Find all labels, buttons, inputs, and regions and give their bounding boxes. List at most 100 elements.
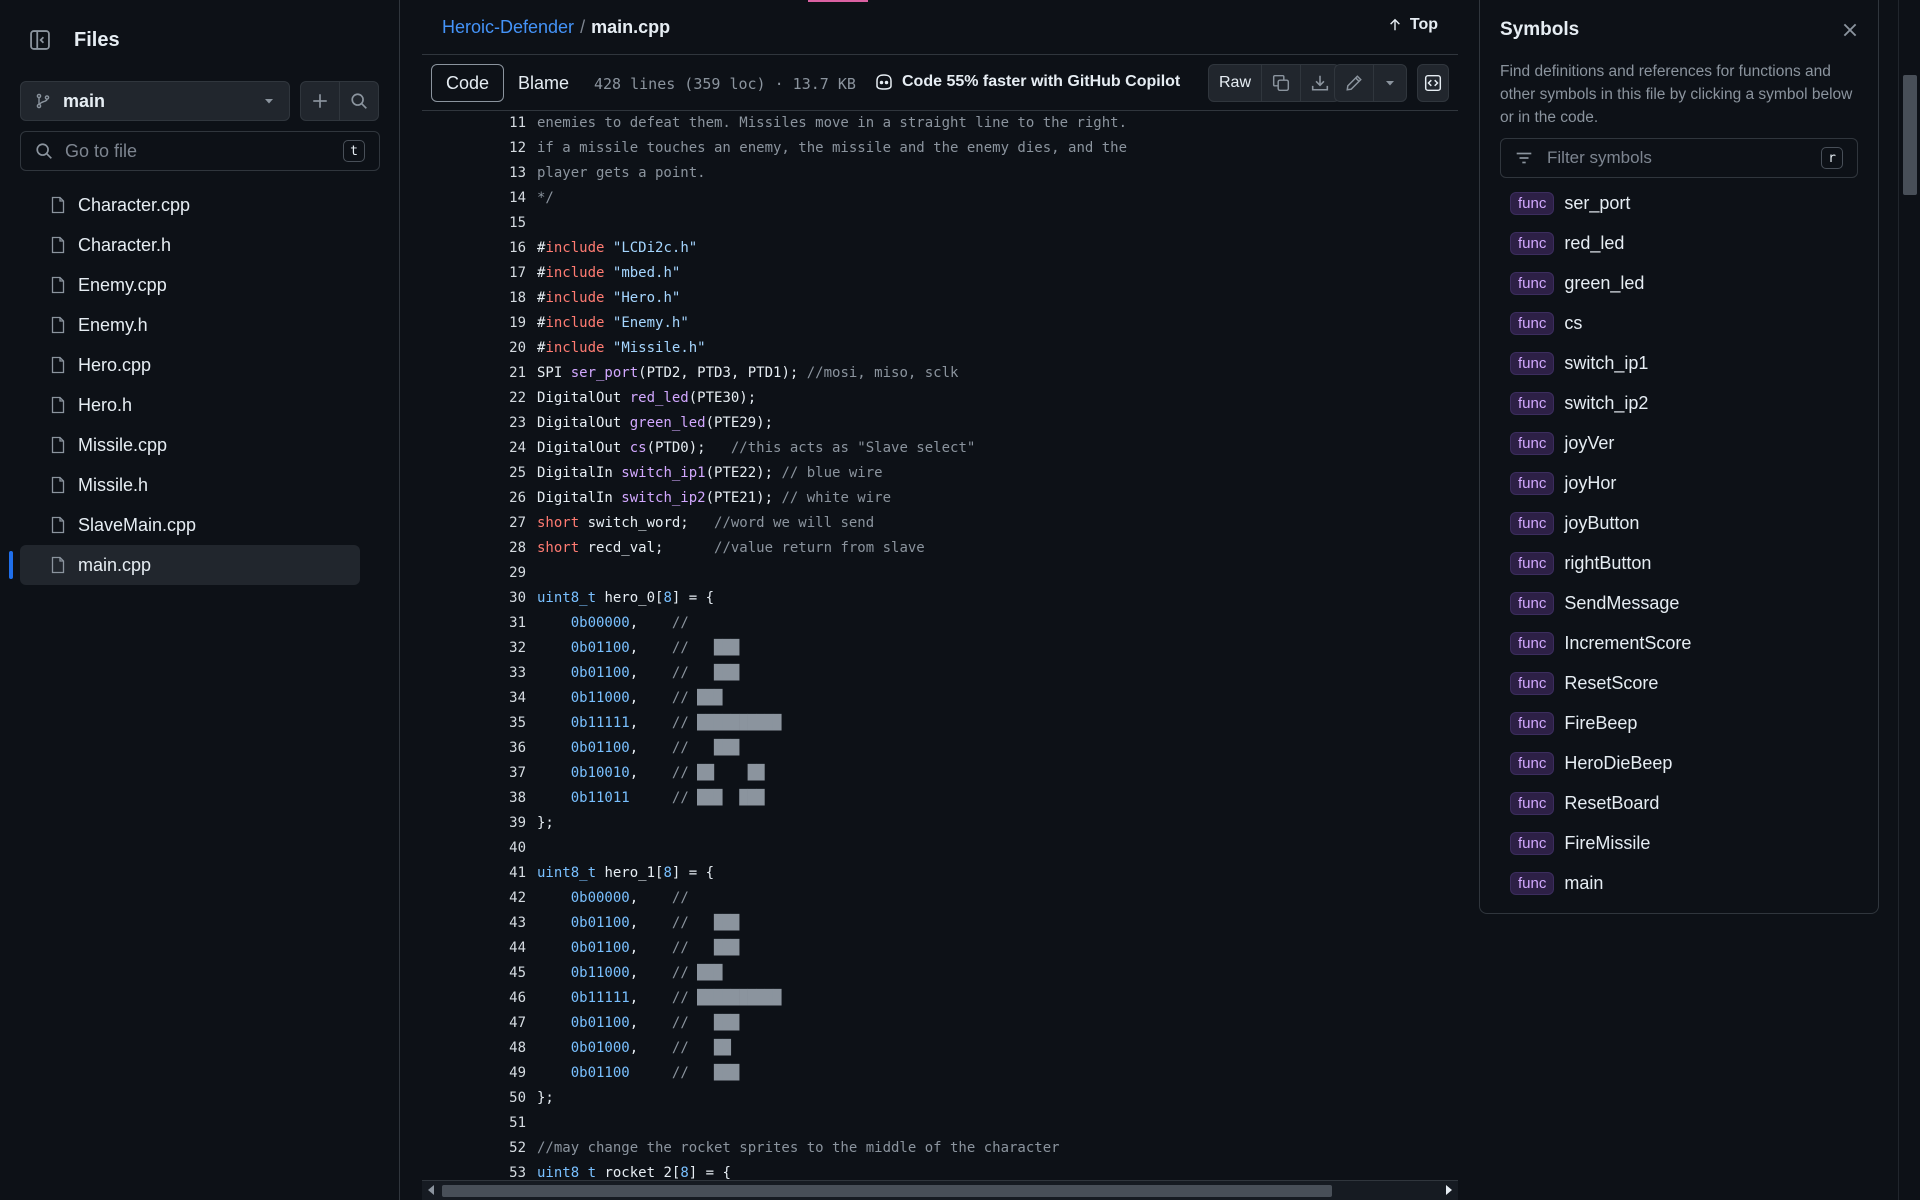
line-number[interactable]: 44 bbox=[422, 936, 526, 961]
line-number[interactable]: 12 bbox=[422, 136, 526, 161]
symbols-toggle-button[interactable] bbox=[1418, 65, 1448, 101]
line-number[interactable]: 45 bbox=[422, 961, 526, 986]
symbol-item[interactable]: func FireMissile bbox=[1510, 823, 1850, 863]
line-number[interactable]: 25 bbox=[422, 461, 526, 486]
raw-button[interactable]: Raw bbox=[1209, 65, 1263, 101]
code-listing[interactable]: 11 enemies to defeat them. Missiles move … bbox=[422, 111, 1458, 1180]
line-number[interactable]: 16 bbox=[422, 236, 526, 261]
symbol-item[interactable]: func switch_ip1 bbox=[1510, 343, 1850, 383]
line-number[interactable]: 28 bbox=[422, 536, 526, 561]
symbols-panel-toggle[interactable] bbox=[1417, 64, 1449, 102]
add-file-button[interactable] bbox=[300, 81, 340, 121]
file-tree-item[interactable]: SlaveMain.cpp bbox=[20, 505, 360, 545]
line-number[interactable]: 51 bbox=[422, 1111, 526, 1136]
line-number[interactable]: 29 bbox=[422, 561, 526, 586]
line-number[interactable]: 39 bbox=[422, 811, 526, 836]
scroll-top-button[interactable]: Top bbox=[1388, 16, 1438, 34]
collapse-sidebar-button[interactable] bbox=[20, 20, 60, 60]
line-number[interactable]: 37 bbox=[422, 761, 526, 786]
file-tree-item[interactable]: Character.h bbox=[20, 225, 360, 265]
line-number[interactable]: 38 bbox=[422, 786, 526, 811]
line-number[interactable]: 53 bbox=[422, 1161, 526, 1180]
line-number[interactable]: 24 bbox=[422, 436, 526, 461]
line-number[interactable]: 19 bbox=[422, 311, 526, 336]
symbol-name: joyHor bbox=[1564, 472, 1617, 493]
scroll-left-arrow[interactable] bbox=[428, 1185, 434, 1195]
copilot-promo-link[interactable]: Code 55% faster with GitHub Copilot bbox=[874, 73, 1180, 91]
breadcrumb-repo-link[interactable]: Heroic-Defender bbox=[442, 17, 574, 38]
page-scroll-thumb[interactable] bbox=[1903, 75, 1917, 195]
line-number[interactable]: 34 bbox=[422, 686, 526, 711]
file-tree-item[interactable]: main.cpp bbox=[9, 545, 360, 585]
line-number[interactable]: 15 bbox=[422, 211, 526, 236]
code-token: 0b01100 bbox=[570, 915, 630, 931]
line-number[interactable]: 43 bbox=[422, 911, 526, 936]
line-number[interactable]: 13 bbox=[422, 161, 526, 186]
search-code-button[interactable] bbox=[339, 81, 379, 121]
blame-tab[interactable]: Blame bbox=[504, 64, 583, 102]
line-number[interactable]: 49 bbox=[422, 1061, 526, 1086]
file-tree-item[interactable]: Hero.h bbox=[20, 385, 360, 425]
edit-options-button[interactable] bbox=[1374, 65, 1406, 101]
line-number[interactable]: 18 bbox=[422, 286, 526, 311]
symbol-item[interactable]: func switch_ip2 bbox=[1510, 383, 1850, 423]
symbol-item[interactable]: func joyHor bbox=[1510, 463, 1850, 503]
line-number[interactable]: 27 bbox=[422, 511, 526, 536]
go-to-file-input[interactable]: Go to file t bbox=[20, 131, 380, 171]
line-number[interactable]: 52 bbox=[422, 1136, 526, 1161]
symbol-item[interactable]: func FireBeep bbox=[1510, 703, 1850, 743]
line-number[interactable]: 14 bbox=[422, 186, 526, 211]
code-token: player gets a point. bbox=[537, 165, 706, 181]
code-tab[interactable]: Code bbox=[431, 64, 505, 102]
file-tree-item[interactable]: Missile.cpp bbox=[20, 425, 360, 465]
line-number[interactable]: 42 bbox=[422, 886, 526, 911]
line-number[interactable]: 22 bbox=[422, 386, 526, 411]
close-symbols-button[interactable] bbox=[1840, 20, 1860, 40]
symbol-item[interactable]: func cs bbox=[1510, 303, 1850, 343]
line-number[interactable]: 46 bbox=[422, 986, 526, 1011]
symbol-item[interactable]: func ResetScore bbox=[1510, 663, 1850, 703]
line-number[interactable]: 30 bbox=[422, 586, 526, 611]
line-number[interactable]: 48 bbox=[422, 1036, 526, 1061]
line-number[interactable]: 40 bbox=[422, 836, 526, 861]
line-number[interactable]: 31 bbox=[422, 611, 526, 636]
copy-raw-button[interactable] bbox=[1262, 65, 1302, 101]
symbol-item[interactable]: func ResetBoard bbox=[1510, 783, 1850, 823]
filter-symbols-input[interactable]: Filter symbols r bbox=[1500, 138, 1858, 178]
line-number[interactable]: 33 bbox=[422, 661, 526, 686]
line-number[interactable]: 35 bbox=[422, 711, 526, 736]
line-number[interactable]: 20 bbox=[422, 336, 526, 361]
file-tree-item[interactable]: Enemy.h bbox=[20, 305, 360, 345]
symbol-item[interactable]: func main bbox=[1510, 863, 1850, 903]
line-number[interactable]: 21 bbox=[422, 361, 526, 386]
file-tree-item[interactable]: Enemy.cpp bbox=[20, 265, 360, 305]
line-number[interactable]: 47 bbox=[422, 1011, 526, 1036]
symbol-item[interactable]: func HeroDieBeep bbox=[1510, 743, 1850, 783]
symbol-item[interactable]: func SendMessage bbox=[1510, 583, 1850, 623]
code-token: 0b01100 bbox=[570, 940, 630, 956]
line-number[interactable]: 50 bbox=[422, 1086, 526, 1111]
symbol-item[interactable]: func joyVer bbox=[1510, 423, 1850, 463]
symbol-item[interactable]: func ser_port bbox=[1510, 183, 1850, 223]
file-tree-item[interactable]: Hero.cpp bbox=[20, 345, 360, 385]
branch-selector[interactable]: main bbox=[20, 81, 290, 121]
symbol-item[interactable]: func joyButton bbox=[1510, 503, 1850, 543]
line-number[interactable]: 17 bbox=[422, 261, 526, 286]
scroll-right-arrow[interactable] bbox=[1446, 1185, 1452, 1195]
line-number[interactable]: 36 bbox=[422, 736, 526, 761]
symbol-item[interactable]: func IncrementScore bbox=[1510, 623, 1850, 663]
file-tree-item[interactable]: Missile.h bbox=[20, 465, 360, 505]
symbol-item[interactable]: func red_led bbox=[1510, 223, 1850, 263]
line-number[interactable]: 26 bbox=[422, 486, 526, 511]
line-number[interactable]: 41 bbox=[422, 861, 526, 886]
line-number[interactable]: 32 bbox=[422, 636, 526, 661]
horizontal-scrollbar[interactable] bbox=[422, 1180, 1458, 1200]
horizontal-scroll-thumb[interactable] bbox=[442, 1185, 1332, 1197]
line-number[interactable]: 11 bbox=[422, 111, 526, 136]
symbol-item[interactable]: func green_led bbox=[1510, 263, 1850, 303]
line-number[interactable]: 23 bbox=[422, 411, 526, 436]
page-scrollbar[interactable] bbox=[1898, 0, 1920, 1200]
symbol-item[interactable]: func rightButton bbox=[1510, 543, 1850, 583]
file-tree-item[interactable]: Character.cpp bbox=[20, 185, 360, 225]
edit-file-button[interactable] bbox=[1335, 65, 1374, 101]
